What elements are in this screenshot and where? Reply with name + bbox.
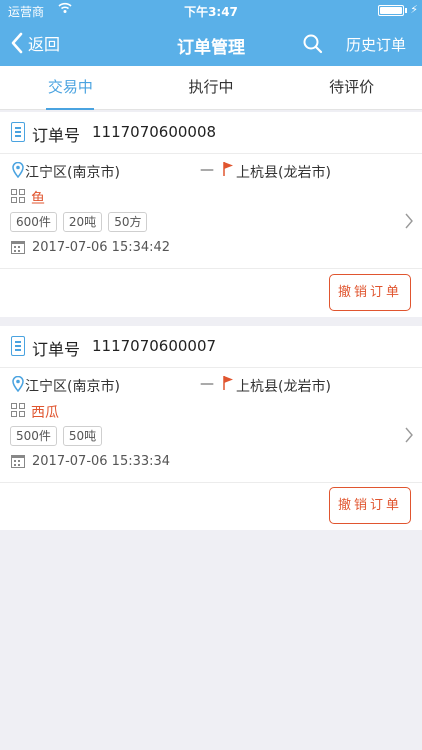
cargo-tags: 600件 20吨 50方 <box>10 212 148 232</box>
nav-bar: 返回 订单管理 历史订单 <box>0 22 422 66</box>
calendar-icon <box>11 241 25 254</box>
charging-icon: ⚡ <box>410 3 418 16</box>
order-number-label: 订单号 <box>32 340 81 359</box>
location-pin-icon <box>12 162 24 178</box>
tab-executing[interactable]: 执行中 <box>141 66 282 109</box>
weight-tag: 50吨 <box>62 426 103 446</box>
cancel-order-button[interactable]: 撤销订单 <box>329 274 411 311</box>
status-time: 下午3:47 <box>184 5 238 19</box>
order-header: 订单号 1117070600007 <box>0 326 422 368</box>
order-number-label: 订单号 <box>32 126 81 145</box>
battery-icon <box>378 5 404 16</box>
route-separator: — <box>200 376 214 392</box>
status-bar: 运营商 下午3:47 ⚡ <box>0 0 422 22</box>
tab-to-review[interactable]: 待评价 <box>281 66 422 109</box>
destination-flag-icon <box>223 162 233 176</box>
order-card[interactable]: 订单号 1117070600007 江宁区(南京市) — 上杭县(龙岩市) 西瓜… <box>0 326 422 530</box>
document-icon <box>11 336 25 356</box>
divider <box>0 268 422 269</box>
order-card[interactable]: 订单号 1117070600008 江宁区(南京市) — 上杭县(龙岩市) 鱼 … <box>0 112 422 317</box>
destination-flag-icon <box>223 376 233 390</box>
route-destination: 上杭县(龙岩市) <box>236 165 331 181</box>
category-grid-icon <box>11 189 25 203</box>
top-bar: 运营商 下午3:47 ⚡ 返回 订单管理 历史订单 <box>0 0 422 66</box>
location-pin-icon <box>12 376 24 392</box>
category-grid-icon <box>11 403 25 417</box>
battery-nub <box>405 8 407 13</box>
order-datetime: 2017-07-06 15:34:42 <box>32 240 171 255</box>
order-tabs: 交易中 执行中 待评价 <box>0 66 422 110</box>
route-separator: — <box>200 162 214 178</box>
goods: 鱼 <box>0 187 422 207</box>
volume-tag: 50方 <box>108 212 148 232</box>
document-icon <box>11 122 25 142</box>
quantity-tag: 600件 <box>10 212 57 232</box>
quantity-tag: 500件 <box>10 426 57 446</box>
goods-name: 西瓜 <box>31 405 59 421</box>
route: 江宁区(南京市) — 上杭县(龙岩市) <box>0 161 422 181</box>
order-date: 2017-07-06 15:34:42 <box>0 239 422 257</box>
cargo-tags: 500件 50吨 <box>10 426 103 446</box>
chevron-right-icon[interactable] <box>404 212 414 230</box>
route-destination: 上杭县(龙岩市) <box>236 379 331 395</box>
calendar-icon <box>11 455 25 468</box>
goods: 西瓜 <box>0 401 422 421</box>
chevron-right-icon[interactable] <box>404 426 414 444</box>
cancel-order-button[interactable]: 撤销订单 <box>329 487 411 524</box>
order-number: 1117070600007 <box>92 337 217 355</box>
goods-name: 鱼 <box>31 191 45 207</box>
route-origin: 江宁区(南京市) <box>25 379 120 395</box>
order-header: 订单号 1117070600008 <box>0 112 422 154</box>
order-datetime: 2017-07-06 15:33:34 <box>32 454 171 469</box>
route: 江宁区(南京市) — 上杭县(龙岩市) <box>0 375 422 395</box>
order-number: 1117070600008 <box>92 123 217 141</box>
search-icon[interactable] <box>302 33 324 55</box>
tab-trading[interactable]: 交易中 <box>0 66 141 110</box>
order-date: 2017-07-06 15:33:34 <box>0 453 422 471</box>
divider <box>0 482 422 483</box>
route-origin: 江宁区(南京市) <box>25 165 120 181</box>
history-orders-button[interactable]: 历史订单 <box>346 34 406 55</box>
weight-tag: 20吨 <box>62 212 103 232</box>
